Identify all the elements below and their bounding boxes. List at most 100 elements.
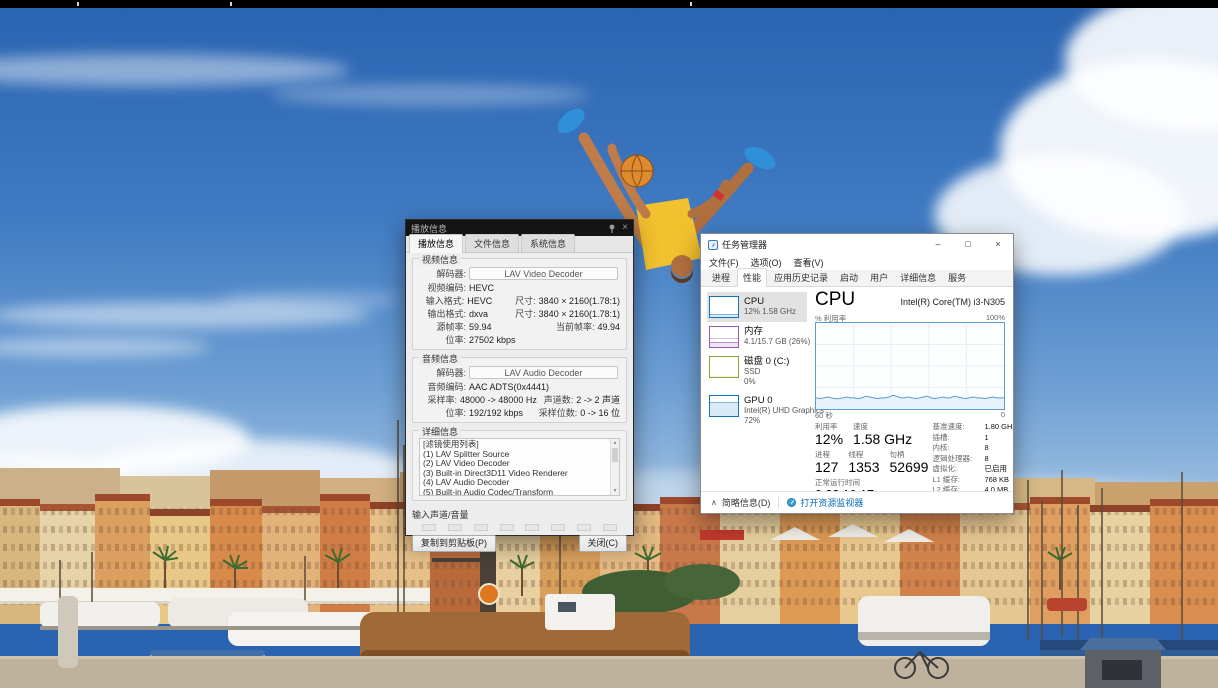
speed-label: 速度 — [853, 422, 912, 431]
audio-bitrate-label: 位率: — [419, 406, 469, 419]
tab-app-history[interactable]: 应用历史记录 — [769, 269, 833, 286]
threads-value: 1353 — [848, 459, 879, 475]
input-size-value: 3840 × 2160(1.78:1) — [539, 296, 620, 306]
tab-details[interactable]: 详细信息 — [895, 269, 941, 286]
seek-tick — [690, 2, 692, 6]
close-icon[interactable]: × — [622, 223, 628, 233]
channel-meter — [448, 524, 462, 531]
tab-playback-info[interactable]: 播放信息 — [409, 234, 463, 253]
cpu-model-name: Intel(R) Core(TM) i3-N305 — [900, 297, 1005, 307]
input-volume-section: 输入声道/音量 — [412, 508, 627, 531]
output-format-label: 输出格式: — [419, 307, 469, 320]
memory-thumbnail-graph — [709, 326, 739, 348]
tab-users[interactable]: 用户 — [865, 269, 893, 286]
minimize-button[interactable]: – — [923, 234, 953, 255]
cpu-stats-right: 基准速度:1.80 GHz 插槽:1 内核:8 逻辑处理器:8 虚拟化:已启用 … — [928, 422, 1013, 491]
task-manager-icon — [708, 240, 718, 250]
tm-tabs: 进程 性能 应用历史记录 启动 用户 详细信息 服务 — [701, 270, 1013, 287]
open-resource-monitor-link[interactable]: 打开资源监视器 — [787, 496, 863, 509]
video-info-group: 视频信息 解码器: LAV Video Decoder 视频编码: HEVC 输… — [412, 258, 627, 350]
video-info-title: 视频信息 — [419, 253, 461, 266]
sample-bits-value: 0 -> 16 位 — [580, 406, 620, 419]
graph-y-max: 100% — [986, 313, 1005, 322]
disk-thumbnail-graph — [709, 356, 739, 378]
channel-meter — [551, 524, 565, 531]
tab-file-info[interactable]: 文件信息 — [465, 234, 519, 252]
fewer-details-toggle[interactable]: ∧ 简略信息(D) — [711, 496, 770, 509]
audio-decoder-field: LAV Audio Decoder — [469, 366, 618, 379]
input-size-label: 尺寸: — [492, 294, 538, 307]
graph-x-left: 60 秒 — [815, 410, 833, 420]
cpu-thumbnail-graph — [709, 296, 739, 318]
foliage — [664, 564, 740, 600]
handles-label: 句柄 — [890, 450, 929, 459]
seek-tick — [77, 2, 79, 6]
tab-processes[interactable]: 进程 — [707, 269, 735, 286]
utilization-label: 利用率 — [815, 422, 843, 431]
pin-icon[interactable] — [608, 224, 616, 233]
graph-y-label: % 利用率 — [815, 313, 846, 322]
output-format-value: dxva — [469, 309, 491, 319]
tab-services[interactable]: 服务 — [943, 269, 971, 286]
kiosk — [1080, 638, 1166, 688]
scrollbar[interactable]: ▲ ▼ — [610, 439, 619, 495]
scroll-down-icon[interactable]: ▼ — [611, 487, 619, 495]
close-button[interactable]: 关闭(C) — [579, 535, 628, 552]
video-decoder-field: LAV Video Decoder — [469, 267, 618, 280]
sidebar-item-memory[interactable]: 内存 4.1/15.7 GB (26%) — [707, 322, 807, 352]
tab-system-info[interactable]: 系统信息 — [521, 234, 575, 252]
cpu-panel-title: CPU — [815, 289, 855, 311]
performance-sidebar: CPU 12% 1.58 GHz 内存 4.1/15.7 GB (26%) 磁盘… — [701, 287, 807, 491]
uptime-value: 0:23:19:17 — [815, 487, 874, 491]
source-fps-label: 源帧率: — [419, 320, 469, 333]
video-top-bar — [0, 0, 1218, 8]
chevron-up-icon: ∧ — [711, 498, 717, 507]
sidebar-item-disk[interactable]: 磁盘 0 (C:) SSD 0% — [707, 352, 807, 391]
channels-label: 声道数: — [537, 393, 576, 406]
channel-meter — [500, 524, 514, 531]
cpu-panel: CPU Intel(R) Core(TM) i3-N305 % 利用率 100%… — [807, 287, 1013, 491]
dialog-title: 播放信息 — [411, 222, 608, 235]
utilization-value: 12% — [815, 431, 843, 447]
cpu-stats-left: 利用率 12% 速度 1.58 GHz 进程 127 线程 1353 句柄 52… — [815, 422, 928, 491]
gpu-thumbnail-graph — [709, 395, 739, 417]
threads-label: 线程 — [848, 450, 879, 459]
tm-titlebar[interactable]: 任务管理器 – □ × — [701, 234, 1013, 255]
tab-startup[interactable]: 启动 — [835, 269, 863, 286]
copy-to-clipboard-button[interactable]: 复制到剪贴板(P) — [412, 535, 496, 552]
bollard — [58, 596, 78, 668]
close-button[interactable]: × — [983, 234, 1013, 255]
dialog-tabs: 播放信息 文件信息 系统信息 — [406, 236, 633, 253]
audio-codec-value: AAC ADTS(0x4441) — [469, 382, 549, 392]
maximize-button[interactable]: □ — [953, 234, 983, 255]
scroll-thumb[interactable] — [612, 448, 618, 462]
footer-divider — [778, 497, 779, 509]
sidebar-item-cpu[interactable]: CPU 12% 1.58 GHz — [707, 292, 807, 322]
detail-info-title: 详细信息 — [419, 425, 461, 438]
sidebar-item-gpu[interactable]: GPU 0 Intel(R) UHD Graphics 72% — [707, 391, 807, 430]
menu-file[interactable]: 文件(F) — [709, 256, 739, 269]
channel-meter — [577, 524, 591, 531]
video-decoder-label: 解码器: — [419, 267, 469, 280]
tab-performance[interactable]: 性能 — [737, 268, 767, 287]
video-codec-value: HEVC — [469, 283, 494, 293]
media-info-dialog: 播放信息 × 播放信息 文件信息 系统信息 视频信息 解码器: LAV Vide… — [405, 219, 634, 536]
sample-rate-label: 采样率: — [419, 393, 460, 406]
filter-list-item: (5) Built-in Audio Codec/Transform — [423, 488, 616, 497]
audio-info-title: 音频信息 — [419, 352, 461, 365]
processes-value: 127 — [815, 459, 838, 475]
audio-decoder-label: 解码器: — [419, 366, 469, 379]
audio-bitrate-value: 192/192 kbps — [469, 408, 524, 418]
cpu-usage-graph[interactable] — [815, 322, 1005, 410]
channel-meter — [422, 524, 436, 531]
output-size-label: 尺寸: — [491, 307, 539, 320]
scroll-up-icon[interactable]: ▲ — [611, 439, 619, 447]
resource-monitor-icon — [787, 498, 796, 507]
current-fps-label: 当前帧率: — [539, 320, 597, 333]
handles-value: 52699 — [890, 459, 929, 475]
video-bitrate-label: 位率: — [419, 333, 469, 346]
current-fps-value: 49.94 — [597, 322, 620, 332]
video-bitrate-value: 27502 kbps — [469, 335, 516, 345]
filter-list[interactable]: [滤镜使用列表] (1) LAV Splitter Source (2) LAV… — [419, 438, 620, 496]
menu-view[interactable]: 查看(V) — [794, 256, 824, 269]
